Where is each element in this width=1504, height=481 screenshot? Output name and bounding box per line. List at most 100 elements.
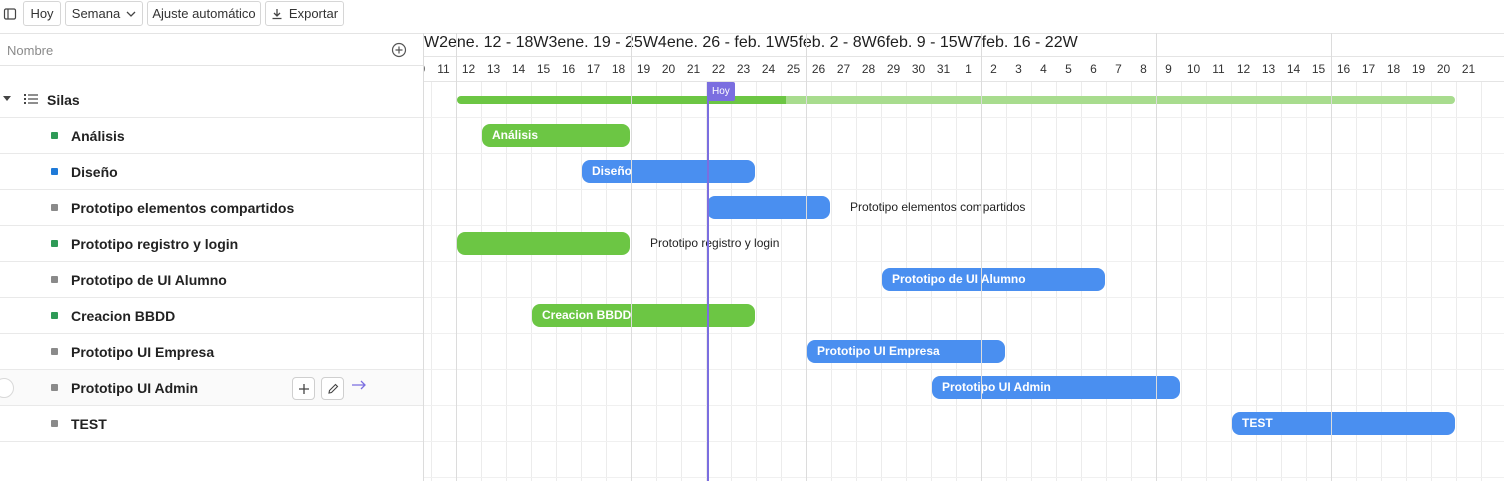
week-range: ene. 12 - 18 xyxy=(448,34,534,51)
day-label: 14 xyxy=(1286,62,1301,76)
day-grid-line xyxy=(731,82,732,481)
task-row[interactable]: Prototipo de UI Alumno xyxy=(0,262,423,298)
task-bar[interactable]: Diseño xyxy=(582,160,755,183)
day-label: 23 xyxy=(736,62,751,76)
day-label: 12 xyxy=(461,62,476,76)
today-button[interactable]: Hoy xyxy=(23,1,61,26)
task-color-dot xyxy=(51,348,58,355)
day-label: 10 xyxy=(1186,62,1201,76)
today-marker-line xyxy=(707,82,709,481)
view-select[interactable]: Semana xyxy=(65,1,143,26)
week-separator xyxy=(456,33,457,481)
day-label: 22 xyxy=(711,62,726,76)
row-separator xyxy=(424,369,1504,370)
day-label: 13 xyxy=(1261,62,1276,76)
task-row[interactable]: Prototipo UI Empresa xyxy=(0,334,423,370)
day-header-row: 1011121314151617181920212223242526272829… xyxy=(424,57,1504,82)
week-range: ene. 26 - feb. 1 xyxy=(666,34,775,51)
row-separator xyxy=(424,153,1504,154)
day-grid-line xyxy=(1181,82,1182,481)
task-row[interactable]: Creacion BBDD xyxy=(0,298,423,334)
week-range: feb. 2 - 8 xyxy=(798,34,862,51)
gantt-timeline: W2ene. 12 - 18W3ene. 19 - 25W4ene. 26 - … xyxy=(424,33,1504,481)
add-subtask-button[interactable] xyxy=(292,377,315,400)
drag-handle[interactable] xyxy=(0,378,14,398)
day-grid-line xyxy=(1206,82,1207,481)
autofit-button-label: Ajuste automático xyxy=(152,6,256,21)
task-bar[interactable]: Prototipo de UI Alumno xyxy=(882,268,1105,291)
day-label: 10 xyxy=(424,57,431,81)
week-separator xyxy=(631,33,632,481)
row-separator xyxy=(424,261,1504,262)
view-select-label: Semana xyxy=(71,6,121,21)
task-bar[interactable]: Prototipo UI Empresa xyxy=(807,340,1005,363)
week-separator xyxy=(1156,33,1157,481)
day-label: 24 xyxy=(761,62,776,76)
week-separator xyxy=(1331,33,1332,481)
task-list-panel: Nombre Silas Análisis Diseño Prototipo e… xyxy=(0,33,423,481)
task-row[interactable]: TEST xyxy=(0,406,423,442)
task-row[interactable]: Análisis xyxy=(0,118,423,154)
list-icon xyxy=(24,94,38,104)
day-label: 26 xyxy=(811,62,826,76)
gantt-app: Hoy Semana Ajuste automático Exportar No… xyxy=(0,0,1504,481)
day-grid-line xyxy=(1481,82,1482,481)
row-separator xyxy=(424,441,1504,442)
day-grid-line xyxy=(856,82,857,481)
day-label: 18 xyxy=(1386,62,1401,76)
task-bar[interactable]: Creacion BBDD xyxy=(532,304,755,327)
task-color-dot xyxy=(51,276,58,283)
task-bar[interactable]: Análisis xyxy=(482,124,630,147)
task-row[interactable]: Prototipo registro y login xyxy=(0,226,423,262)
week-range: feb. 9 - 15 xyxy=(885,34,958,51)
name-column-label: Nombre xyxy=(7,43,54,58)
task-label: Prototipo UI Admin xyxy=(71,380,199,396)
day-grid-line xyxy=(831,82,832,481)
row-separator xyxy=(424,297,1504,298)
arrow-right-icon[interactable] xyxy=(351,379,367,391)
task-bar[interactable] xyxy=(707,196,830,219)
task-row[interactable]: Prototipo elementos compartidos xyxy=(0,190,423,226)
day-label: 7 xyxy=(1115,62,1122,76)
day-grid-line xyxy=(756,82,757,481)
week-number: W7 xyxy=(957,34,982,51)
task-label: TEST xyxy=(71,416,107,432)
group-row-silas[interactable]: Silas xyxy=(0,82,423,118)
week-number: W xyxy=(1062,34,1078,51)
task-label: Análisis xyxy=(71,128,125,144)
day-label: 16 xyxy=(561,62,576,76)
day-label: 30 xyxy=(911,62,926,76)
sidebar-toggle-button[interactable] xyxy=(0,1,19,26)
task-bar[interactable]: Prototipo UI Admin xyxy=(932,376,1180,399)
task-bar[interactable]: TEST xyxy=(1232,412,1455,435)
day-label: 21 xyxy=(686,62,701,76)
export-button[interactable]: Exportar xyxy=(265,1,344,26)
chevron-down-icon xyxy=(126,11,136,17)
row-separator xyxy=(424,477,1504,478)
day-label: 11 xyxy=(437,62,450,76)
day-label: 14 xyxy=(511,62,526,76)
export-icon xyxy=(272,8,282,19)
row-separator xyxy=(424,333,1504,334)
day-label: 15 xyxy=(1311,62,1326,76)
task-row[interactable]: Diseño xyxy=(0,154,423,190)
autofit-button[interactable]: Ajuste automático xyxy=(147,1,261,26)
task-row-hovered[interactable]: Prototipo UI Admin xyxy=(0,370,423,406)
task-color-dot xyxy=(51,312,58,319)
collapse-caret-icon[interactable] xyxy=(3,96,11,101)
export-button-label: Exportar xyxy=(288,6,339,21)
day-label: 21 xyxy=(1461,62,1476,76)
group-progress-bar-done[interactable] xyxy=(457,96,786,104)
day-grid-line xyxy=(781,82,782,481)
task-label: Diseño xyxy=(71,164,118,180)
day-label: 15 xyxy=(536,62,551,76)
group-progress-bar-remaining[interactable] xyxy=(786,96,1455,104)
task-color-dot xyxy=(51,420,58,427)
edit-task-button[interactable] xyxy=(321,377,344,400)
add-column-icon[interactable] xyxy=(391,42,407,58)
day-label: 4 xyxy=(1040,62,1047,76)
row-separator xyxy=(424,117,1504,118)
day-label: 6 xyxy=(1090,62,1097,76)
task-bar[interactable] xyxy=(457,232,630,255)
task-label: Prototipo registro y login xyxy=(71,236,239,252)
